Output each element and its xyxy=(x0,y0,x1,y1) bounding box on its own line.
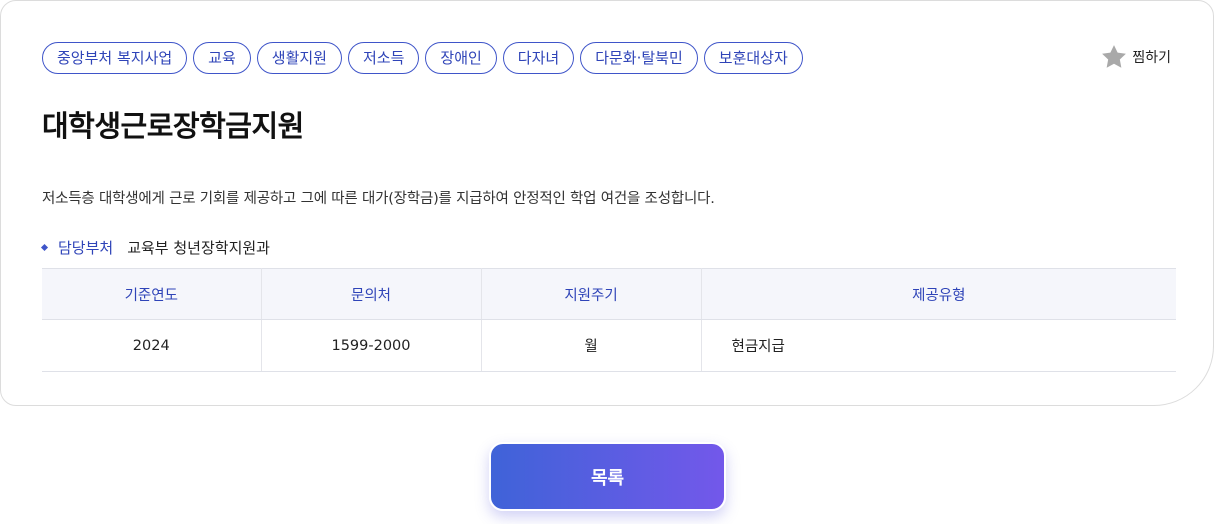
favorite-label: 찜하기 xyxy=(1132,50,1171,66)
cell-provision-type: 현금지급 xyxy=(701,319,1176,372)
cell-base-year: 2024 xyxy=(42,319,262,372)
tag-multi-child[interactable]: 다자녀 xyxy=(502,42,575,74)
tag-multicultural[interactable]: 다문화·탈북민 xyxy=(580,42,698,74)
page-title: 대학생근로장학금지원 xyxy=(42,109,304,143)
cell-contact: 1599-2000 xyxy=(261,319,482,372)
tag-list: 중앙부처 복지사업 교육 생활지원 저소득 장애인 다자녀 다문화·탈북민 보훈… xyxy=(42,42,803,74)
service-description: 저소득층 대학생에게 근로 기회를 제공하고 그에 따른 대가(장학금)를 지급… xyxy=(42,191,715,207)
department-label: 담당부처 xyxy=(58,239,114,257)
header-contact: 문의처 xyxy=(261,268,482,320)
header-base-year: 기준연도 xyxy=(42,268,262,320)
tag-disabled[interactable]: 장애인 xyxy=(425,42,497,74)
tag-central-welfare[interactable]: 중앙부처 복지사업 xyxy=(42,42,188,74)
tag-living-support[interactable]: 생활지원 xyxy=(256,42,342,74)
bullet-icon xyxy=(40,243,49,252)
table-header-row: 기준연도 문의처 지원주기 제공유형 xyxy=(42,268,1176,320)
tag-education[interactable]: 교육 xyxy=(193,42,251,74)
service-info-table: 기준연도 문의처 지원주기 제공유형 2024 1599-2000 월 현금지급 xyxy=(42,268,1176,372)
list-button[interactable]: 목록 xyxy=(489,442,726,511)
cell-support-cycle: 월 xyxy=(481,319,702,372)
header-provision-type: 제공유형 xyxy=(701,268,1176,320)
service-detail-card: 중앙부처 복지사업 교육 생활지원 저소득 장애인 다자녀 다문화·탈북민 보훈… xyxy=(0,0,1214,406)
star-icon xyxy=(1100,43,1128,71)
favorite-button[interactable]: 찜하기 xyxy=(1100,43,1171,71)
department-info: 담당부처 교육부 청년장학지원과 xyxy=(40,237,270,258)
tag-low-income[interactable]: 저소득 xyxy=(347,42,420,74)
department-value: 교육부 청년장학지원과 xyxy=(127,239,270,257)
header-support-cycle: 지원주기 xyxy=(481,268,702,320)
table-row: 2024 1599-2000 월 현금지급 xyxy=(42,319,1176,372)
tag-veterans[interactable]: 보훈대상자 xyxy=(703,42,803,74)
